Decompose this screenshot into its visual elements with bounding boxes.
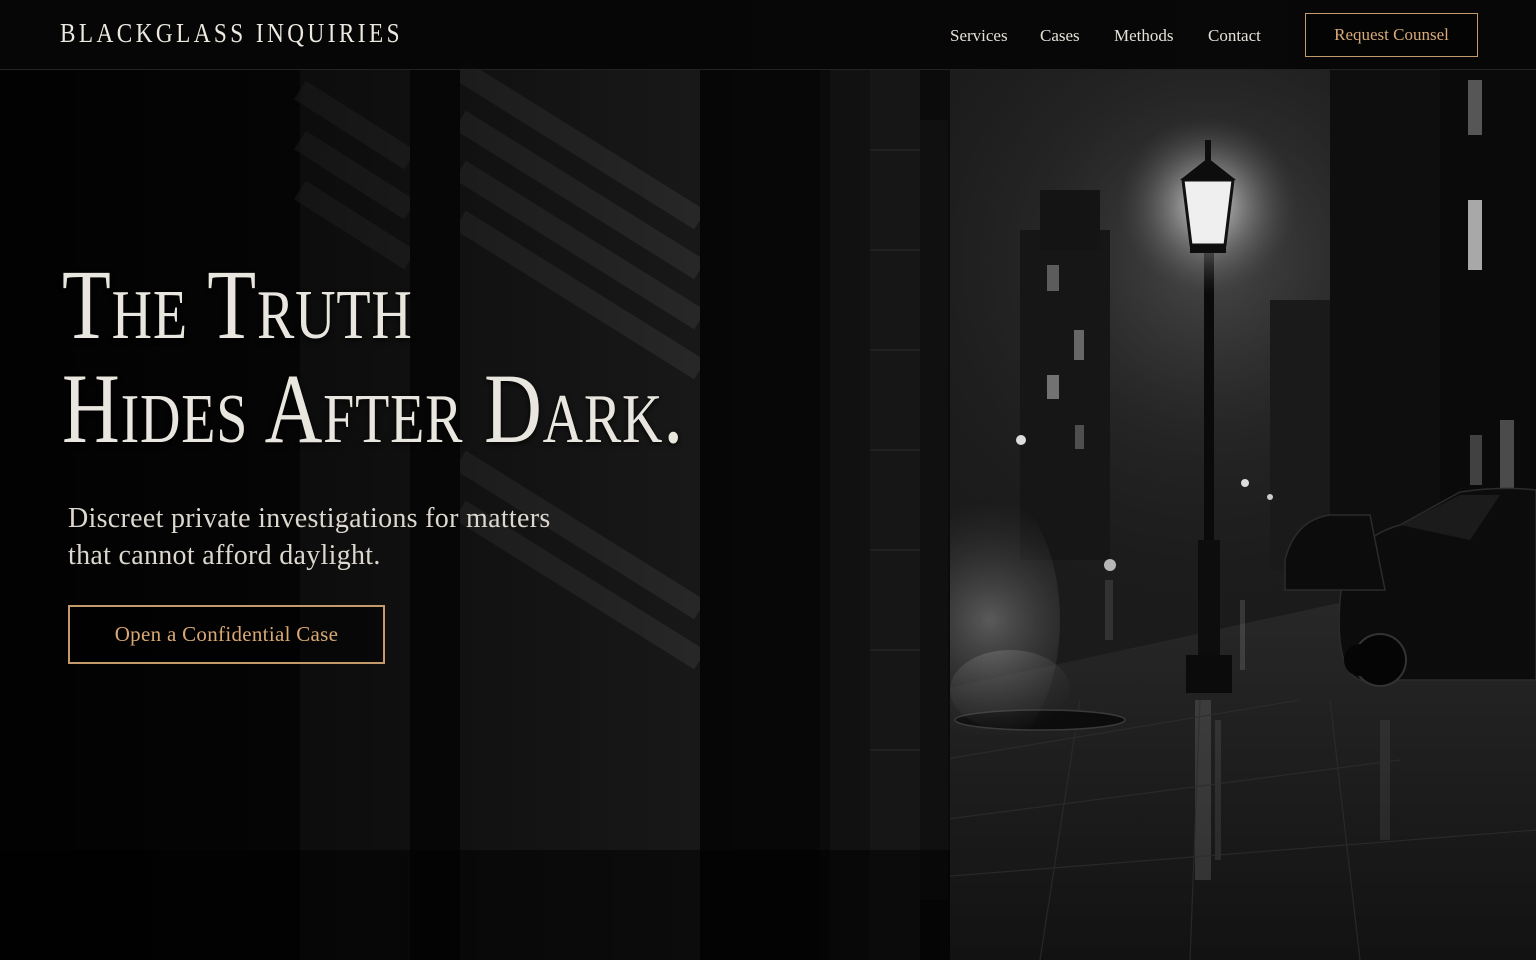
hero-subtitle-line-2: that cannot afford daylight. <box>68 540 381 571</box>
hero-subtitle: Discreet private investigations for matt… <box>68 500 628 574</box>
hero-headline-line-2: Hides After Dark. <box>62 353 685 464</box>
nav-link-contact[interactable]: Contact <box>1208 26 1261 46</box>
brand-logo[interactable]: BLACKGLASS INQUIRIES <box>60 18 403 49</box>
hero-background-image <box>0 0 1536 960</box>
nav-link-methods[interactable]: Methods <box>1114 26 1174 46</box>
nav-link-cases[interactable]: Cases <box>1040 26 1080 46</box>
hero-headline: The Truth Hides After Dark. <box>62 255 840 463</box>
hero-headline-line-1: The Truth <box>62 249 413 360</box>
site-header: BLACKGLASS INQUIRIES Services Cases Meth… <box>0 0 1536 70</box>
night-street-illustration <box>0 60 1536 960</box>
hero-subtitle-line-1: Discreet private investigations for matt… <box>68 503 551 534</box>
open-case-button[interactable]: Open a Confidential Case <box>68 605 385 664</box>
nav-link-services[interactable]: Services <box>950 26 1008 46</box>
request-counsel-button[interactable]: Request Counsel <box>1305 13 1478 57</box>
